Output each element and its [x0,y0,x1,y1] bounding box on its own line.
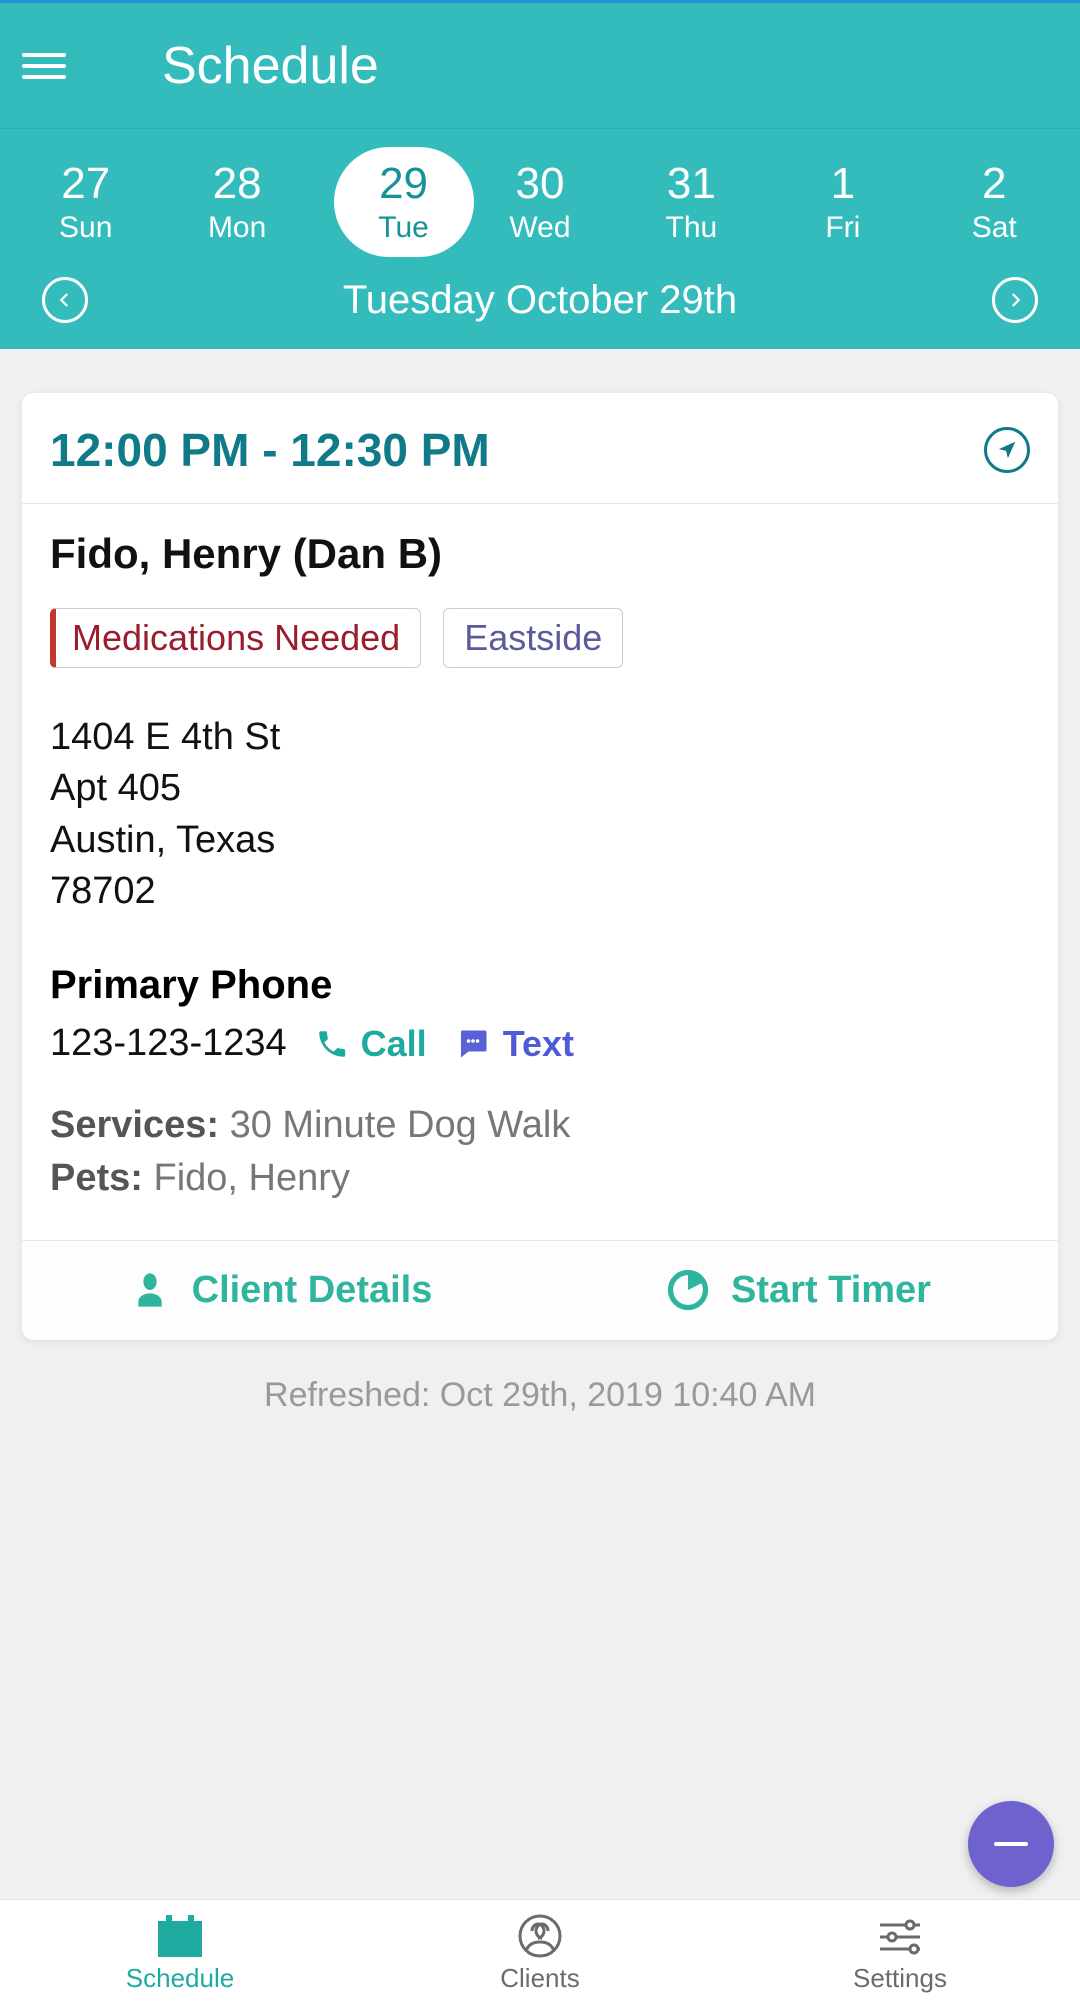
appointment-card-header: 12:00 PM - 12:30 PM [22,393,1058,504]
address-block: 1404 E 4th St Apt 405 Austin, Texas 7870… [50,712,1030,917]
nav-clients[interactable]: Clients [360,1900,720,2007]
day-sun[interactable]: 27 Sun [31,159,141,245]
tag-area: Eastside [443,608,623,668]
phone-row: 123-123-1234 Call Text [50,1022,1030,1065]
prev-week-button[interactable] [42,277,88,323]
day-of-week: Mon [182,211,292,245]
phone-number: 123-123-1234 [50,1022,287,1065]
timer-icon [667,1269,709,1311]
refreshed-label: Refreshed: Oct 29th, 2019 10:40 AM [22,1376,1058,1415]
text-button[interactable]: Text [455,1023,574,1065]
sliders-icon [870,1913,930,1959]
person-icon [130,1270,170,1310]
day-number: 2 [939,159,1049,209]
tag-medications: Medications Needed [50,608,421,668]
day-tue-selected[interactable]: 29 Tue [334,147,444,257]
address-city-state: Austin, Texas [50,815,1030,866]
week-strip: 27 Sun 28 Mon 29 Tue 30 Wed 31 Thu 1 Fri… [0,129,1080,349]
day-thu[interactable]: 31 Thu [636,159,746,245]
day-of-week: Sun [31,211,141,245]
day-sat[interactable]: 2 Sat [939,159,1049,245]
phone-icon [315,1027,349,1061]
chevron-right-icon [1006,291,1024,309]
day-of-week: Thu [636,211,746,245]
text-label: Text [503,1023,574,1065]
next-week-button[interactable] [992,277,1038,323]
day-of-week: Fri [788,211,898,245]
bottom-nav: Schedule Clients Settings [0,1899,1080,2007]
client-details-button[interactable]: Client Details [22,1241,540,1340]
address-line1: 1404 E 4th St [50,712,1030,763]
pets-label: Pets: [50,1157,143,1199]
date-bar: Tuesday October 29th [0,257,1080,323]
day-row: 27 Sun 28 Mon 29 Tue 30 Wed 31 Thu 1 Fri… [0,147,1080,257]
day-of-week: Tue [378,211,429,245]
appointment-card-footer: Client Details Start Timer [22,1240,1058,1340]
nav-schedule[interactable]: Schedule [0,1900,360,2007]
content-area: 12:00 PM - 12:30 PM Fido, Henry (Dan B) … [0,349,1080,1415]
day-number: 30 [485,159,595,209]
menu-icon[interactable] [22,44,66,88]
page-title: Schedule [162,36,379,96]
navigate-button[interactable] [984,427,1030,473]
chat-icon [455,1026,491,1062]
people-icon [510,1913,570,1959]
day-mon[interactable]: 28 Mon [182,159,292,245]
nav-clients-label: Clients [500,1963,579,1994]
start-timer-label: Start Timer [731,1269,931,1312]
calendar-icon [150,1913,210,1959]
nav-schedule-label: Schedule [126,1963,234,1994]
appointment-card: 12:00 PM - 12:30 PM Fido, Henry (Dan B) … [22,393,1058,1340]
meta-block: Services: 30 Minute Dog Walk Pets: Fido,… [50,1099,1030,1205]
app-header: Schedule [0,3,1080,129]
appointment-card-body: Fido, Henry (Dan B) Medications Needed E… [22,504,1058,1240]
fab-minimize-button[interactable] [968,1801,1054,1887]
minus-icon [994,1842,1028,1846]
appointment-time: 12:00 PM - 12:30 PM [50,423,490,477]
address-line2: Apt 405 [50,763,1030,814]
day-of-week: Sat [939,211,1049,245]
address-zip: 78702 [50,866,1030,917]
day-number: 1 [788,159,898,209]
nav-settings[interactable]: Settings [720,1900,1080,2007]
services-label: Services: [50,1104,219,1146]
tag-row: Medications Needed Eastside [50,608,1030,668]
client-details-label: Client Details [192,1269,433,1312]
services-value: 30 Minute Dog Walk [230,1104,571,1146]
day-number: 29 [379,159,428,209]
phone-label: Primary Phone [50,963,1030,1008]
day-number: 31 [636,159,746,209]
navigate-icon [996,439,1018,461]
client-name: Fido, Henry (Dan B) [50,530,1030,578]
day-number: 28 [182,159,292,209]
call-button[interactable]: Call [315,1023,427,1065]
chevron-left-icon [56,291,74,309]
start-timer-button[interactable]: Start Timer [540,1241,1058,1340]
pets-value: Fido, Henry [153,1157,349,1199]
nav-settings-label: Settings [853,1963,947,1994]
full-date-label: Tuesday October 29th [343,278,737,323]
day-of-week: Wed [485,211,595,245]
day-fri[interactable]: 1 Fri [788,159,898,245]
day-wed[interactable]: 30 Wed [485,159,595,245]
day-number: 27 [31,159,141,209]
call-label: Call [361,1023,427,1065]
